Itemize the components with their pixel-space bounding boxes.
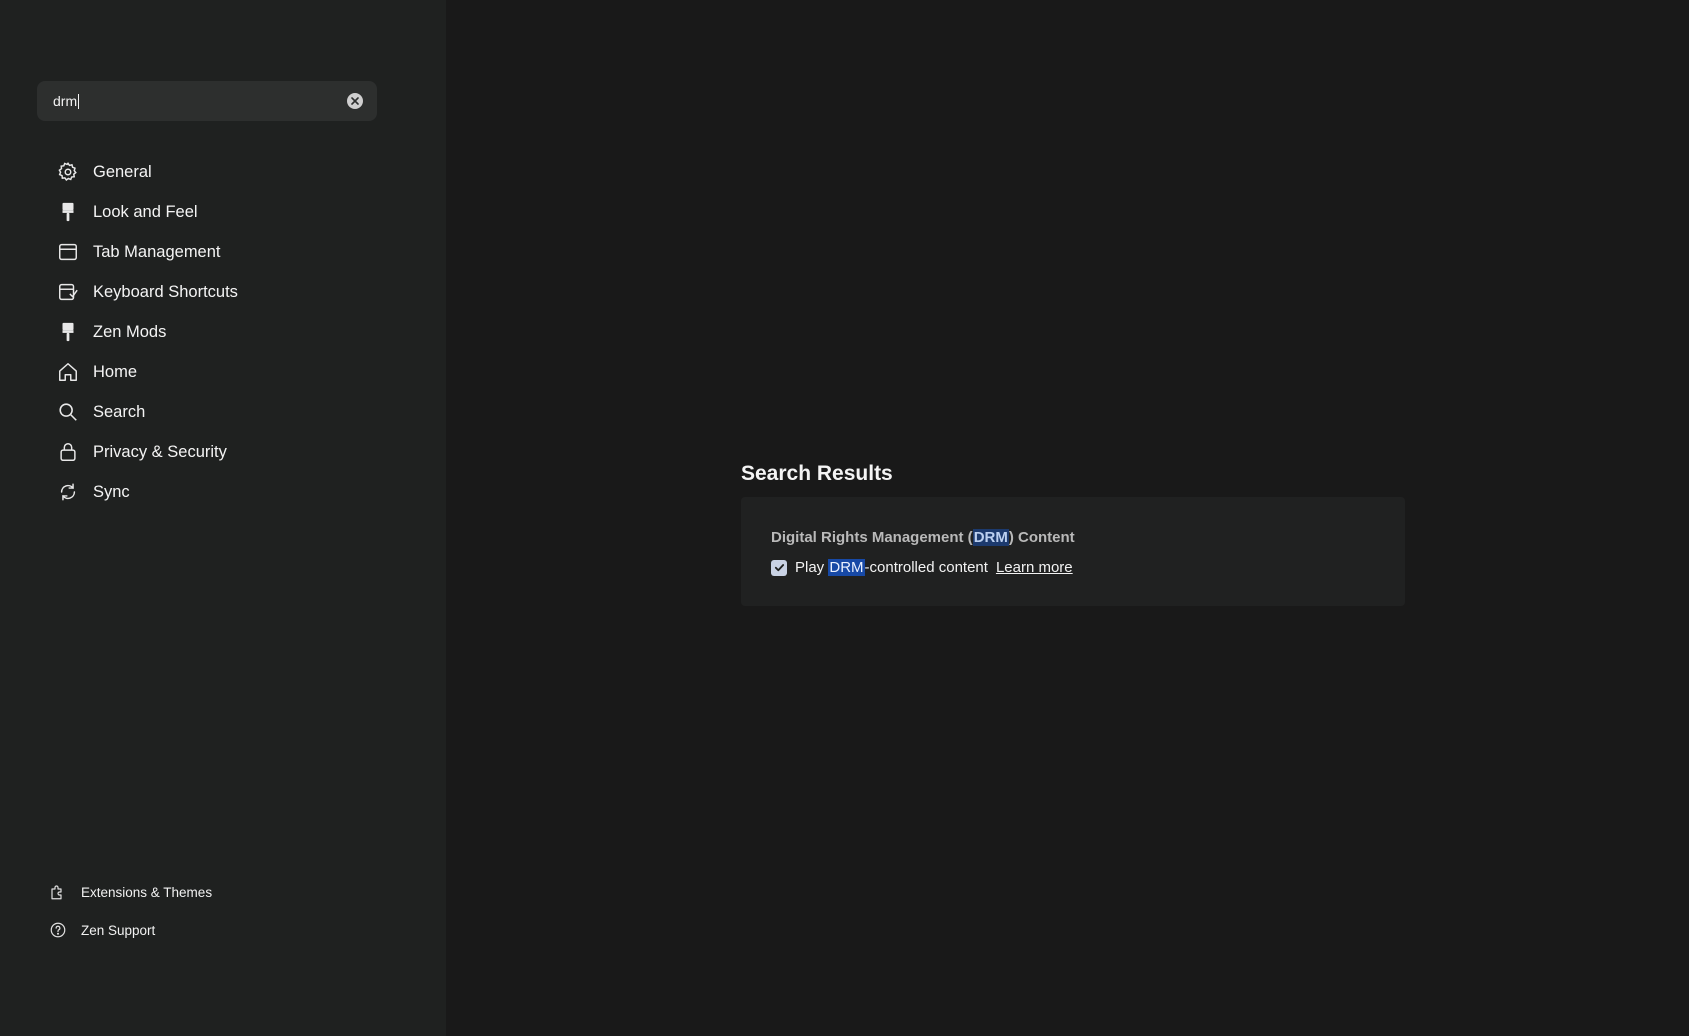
help-icon: [48, 920, 68, 940]
category-nav: General Look and Feel Tab Management Key…: [56, 152, 238, 512]
drm-checkbox[interactable]: [771, 559, 787, 576]
sidebar-item-home[interactable]: Home: [56, 352, 238, 392]
clear-search-button[interactable]: [347, 93, 363, 109]
preferences-window: drm General Look and Feel Tab Management…: [0, 0, 1689, 1036]
learn-more-link[interactable]: Learn more: [996, 559, 1073, 576]
search-field[interactable]: drm: [37, 81, 377, 121]
search-input[interactable]: drm: [53, 93, 347, 109]
gear-icon: [56, 160, 80, 184]
paint-brush-icon: [56, 320, 80, 344]
sidebar-item-privacy-security[interactable]: Privacy & Security: [56, 432, 238, 472]
window-icon: [56, 240, 80, 264]
drm-option-label[interactable]: Play DRM-controlled content: [795, 559, 988, 576]
search-result-card: Digital Rights Management (DRM) Content …: [741, 497, 1405, 606]
search-icon: [56, 400, 80, 424]
sidebar-item-general[interactable]: General: [56, 152, 238, 192]
zen-support-link[interactable]: Zen Support: [48, 911, 212, 949]
page-title: Search Results: [741, 462, 893, 485]
close-icon: [351, 97, 359, 105]
paint-brush-icon: [56, 200, 80, 224]
drm-option: Play DRM-controlled content Learn more: [771, 559, 1375, 576]
group-heading: Digital Rights Management (DRM) Content: [771, 528, 1075, 546]
search-highlight: DRM: [828, 559, 865, 576]
sidebar-item-tab-management[interactable]: Tab Management: [56, 232, 238, 272]
puzzle-icon: [48, 882, 68, 902]
sidebar-item-zen-mods[interactable]: Zen Mods: [56, 312, 238, 352]
checkmark-icon: [774, 564, 784, 572]
keyboard-shortcut-icon: [56, 280, 80, 304]
home-icon: [56, 360, 80, 384]
sync-icon: [56, 480, 80, 504]
footer-nav: Extensions & Themes Zen Support: [48, 873, 212, 949]
search-highlight: DRM: [972, 528, 1009, 546]
sidebar-item-sync[interactable]: Sync: [56, 472, 238, 512]
sidebar-item-search[interactable]: Search: [56, 392, 238, 432]
text-caret: [78, 93, 80, 109]
sidebar-item-look-and-feel[interactable]: Look and Feel: [56, 192, 238, 232]
sidebar-item-keyboard-shortcuts[interactable]: Keyboard Shortcuts: [56, 272, 238, 312]
lock-icon: [56, 440, 80, 464]
extensions-themes-link[interactable]: Extensions & Themes: [48, 873, 212, 911]
sidebar: drm General Look and Feel Tab Management…: [0, 0, 446, 1036]
